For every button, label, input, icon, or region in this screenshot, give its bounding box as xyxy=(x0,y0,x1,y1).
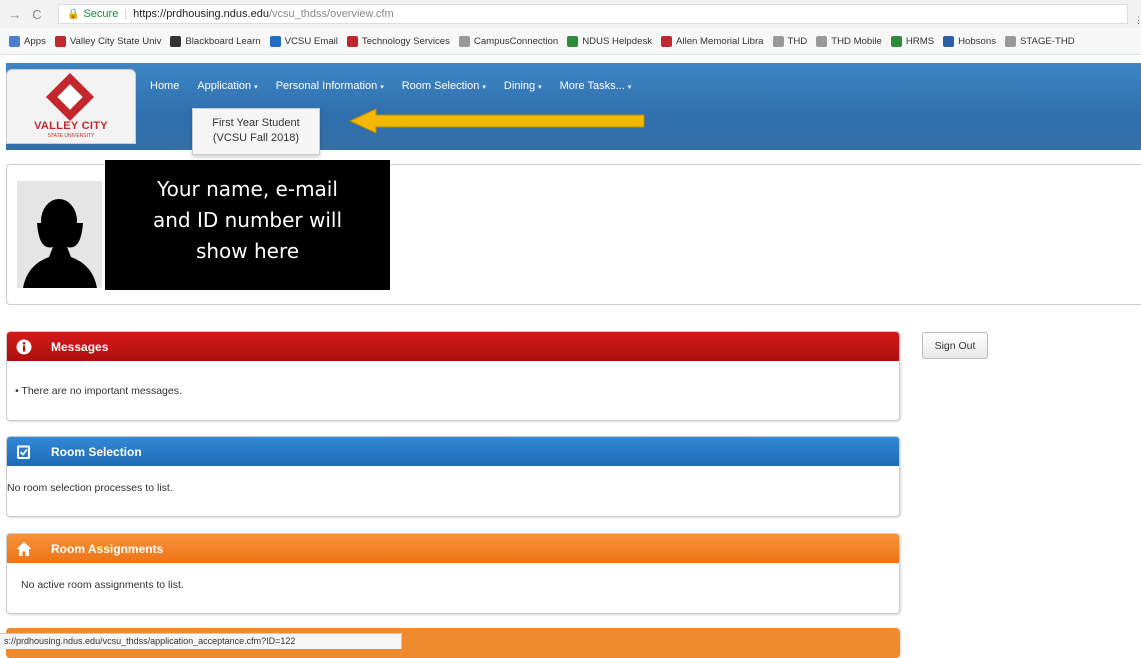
room-selection-header: Room Selection xyxy=(7,437,899,466)
page-icon xyxy=(816,35,828,47)
nav-item-home[interactable]: Home xyxy=(150,80,179,92)
nav-item-label: Home xyxy=(150,80,180,92)
url-path: /vcsu_thdss/overview.cfm xyxy=(268,8,394,20)
forward-icon[interactable]: → xyxy=(8,7,22,22)
bookmark-label: Technology Services xyxy=(361,35,450,47)
application-dropdown-item[interactable]: First Year Student (VCSU Fall 2018) xyxy=(192,108,320,155)
bookmark-label: CampusConnection xyxy=(473,35,559,47)
nav-item-more-tasks[interactable]: More Tasks... ▾ xyxy=(560,80,632,92)
nav-item-application[interactable]: Application ▾ xyxy=(197,80,257,92)
address-bar[interactable]: 🔒 Secure | https://prdhousing.ndus.edu/v… xyxy=(58,4,1128,24)
hobsons-icon xyxy=(943,35,955,47)
profile-info-placeholder: Your name, e-mail and ID number will sho… xyxy=(105,160,390,290)
bookmark-item[interactable]: THD xyxy=(772,35,808,47)
nav-item-room-selection[interactable]: Room Selection ▾ xyxy=(402,80,486,92)
nav-item-label: Personal Information xyxy=(275,80,378,92)
room-selection-panel: Room Selection No room selection process… xyxy=(6,436,900,517)
university-logo[interactable]: VALLEY CITY STATE UNIVERSITY xyxy=(6,69,136,144)
bookmark-label: Allen Memorial Libra xyxy=(676,35,764,47)
bookmark-label: THD Mobile xyxy=(831,35,882,47)
messages-body: • There are no important messages. xyxy=(15,385,182,397)
url-host: https://prdhousing.ndus.edu xyxy=(133,8,269,20)
bookmark-label: THD xyxy=(787,35,808,47)
vcsu-logo-icon xyxy=(54,35,66,47)
address-separator: | xyxy=(124,8,128,20)
bookmark-item[interactable]: Allen Memorial Libra xyxy=(661,35,764,47)
blackboard-icon xyxy=(170,35,182,47)
annotation-line1: Your name, e-mail xyxy=(157,177,338,201)
nav-item-label: More Tasks... xyxy=(559,80,625,92)
site-header: VALLEY CITY STATE UNIVERSITY xyxy=(6,63,1141,150)
messages-header: Messages xyxy=(7,332,899,361)
dropdown-item-line1: First Year Student xyxy=(212,117,300,129)
reload-icon[interactable]: C xyxy=(30,7,44,22)
page-icon xyxy=(1005,35,1016,47)
lock-icon: 🔒 xyxy=(67,8,80,20)
browser-toolbar: → C 🔒 Secure | https://prdhousing.ndus.e… xyxy=(0,0,1141,28)
person-silhouette-icon xyxy=(23,199,97,288)
bookmark-label: VCSU Email xyxy=(284,35,338,47)
nav-item-label: Application xyxy=(197,80,252,92)
room-selection-title: Room Selection xyxy=(51,444,142,459)
bookmark-label: Blackboard Learn xyxy=(185,35,261,47)
caret-down-icon: ▾ xyxy=(254,84,258,91)
bookmark-label: Apps xyxy=(24,35,46,47)
bookmark-label: Valley City State Univ xyxy=(69,35,162,47)
ndus-icon xyxy=(890,35,902,47)
bookmark-label: NDUS Helpdesk xyxy=(582,35,653,47)
nav-item-personal-information[interactable]: Personal Information ▾ xyxy=(276,80,384,92)
bookmark-item[interactable]: Blackboard Learn xyxy=(170,35,261,47)
caret-down-icon: ▾ xyxy=(538,84,542,91)
bookmark-item[interactable]: Valley City State Univ xyxy=(54,35,162,47)
messages-title: Messages xyxy=(51,339,109,354)
sign-out-button[interactable]: Sign Out xyxy=(922,332,988,359)
nav-item-label: Room Selection xyxy=(401,80,480,92)
ndus-icon xyxy=(567,35,579,47)
avatar xyxy=(17,181,102,288)
bookmark-item[interactable]: STAGE-THD xyxy=(1005,35,1075,47)
bookmark-item[interactable]: HRMS xyxy=(890,35,935,47)
bookmark-item[interactable]: Hobsons xyxy=(943,35,996,47)
messages-panel: Messages • There are no important messag… xyxy=(6,331,900,421)
room-selection-body: No room selection processes to list. xyxy=(7,482,173,494)
nav-item-label: Dining xyxy=(503,80,536,92)
bookmark-item[interactable]: VCSU Email xyxy=(269,35,338,47)
home-icon xyxy=(16,541,32,556)
logo-subtitle: STATE UNIVERSITY xyxy=(47,133,95,139)
annotation-arrow-icon xyxy=(348,108,645,134)
vcsu-logo-icon xyxy=(346,35,358,47)
room-assignments-body: No active room assignments to list. xyxy=(21,579,184,591)
dropdown-item-line2: (VCSU Fall 2018) xyxy=(212,132,300,144)
status-bar-url: s://prdhousing.ndus.edu/vcsu_thdss/appli… xyxy=(0,633,402,649)
bookmark-item[interactable]: Apps xyxy=(9,35,46,47)
caret-down-icon: ▾ xyxy=(627,84,632,91)
nav-item-dining[interactable]: Dining ▾ xyxy=(504,80,542,92)
annotation-line2: and ID number will xyxy=(152,208,343,232)
page-icon xyxy=(458,35,470,47)
bookmark-label: STAGE-THD xyxy=(1020,35,1075,47)
room-assignments-panel: Room Assignments No active room assignme… xyxy=(6,533,900,614)
room-assignments-title: Room Assignments xyxy=(51,541,164,556)
bookmarks-bar: Apps Valley City State Univ Blackboard Lea… xyxy=(0,28,1141,55)
bookmark-label: Hobsons xyxy=(958,35,996,47)
checklist-icon xyxy=(17,445,30,459)
page-icon xyxy=(772,35,784,47)
apps-grid-icon xyxy=(9,35,20,47)
annotation-line3: show here xyxy=(195,239,300,263)
logo-name: VALLEY CITY xyxy=(34,120,108,132)
bookmark-item[interactable]: THD Mobile xyxy=(816,35,882,47)
info-icon xyxy=(16,339,32,354)
caret-down-icon: ▾ xyxy=(482,84,486,91)
bookmark-label: HRMS xyxy=(905,35,935,47)
bookmark-item[interactable]: NDUS Helpdesk xyxy=(567,35,653,47)
secure-label: Secure xyxy=(83,8,119,20)
main-nav: Home Application ▾ Personal Information ▾ Roo… xyxy=(150,80,649,92)
vcsu-logo-icon xyxy=(661,35,673,47)
outlook-icon xyxy=(269,35,281,47)
more-icon[interactable]: ⋮ xyxy=(1134,15,1141,26)
bookmark-item[interactable]: Technology Services xyxy=(346,35,450,47)
bookmark-item[interactable]: CampusConnection xyxy=(458,35,559,47)
room-assignments-header: Room Assignments xyxy=(7,534,899,563)
caret-down-icon: ▾ xyxy=(380,84,384,91)
